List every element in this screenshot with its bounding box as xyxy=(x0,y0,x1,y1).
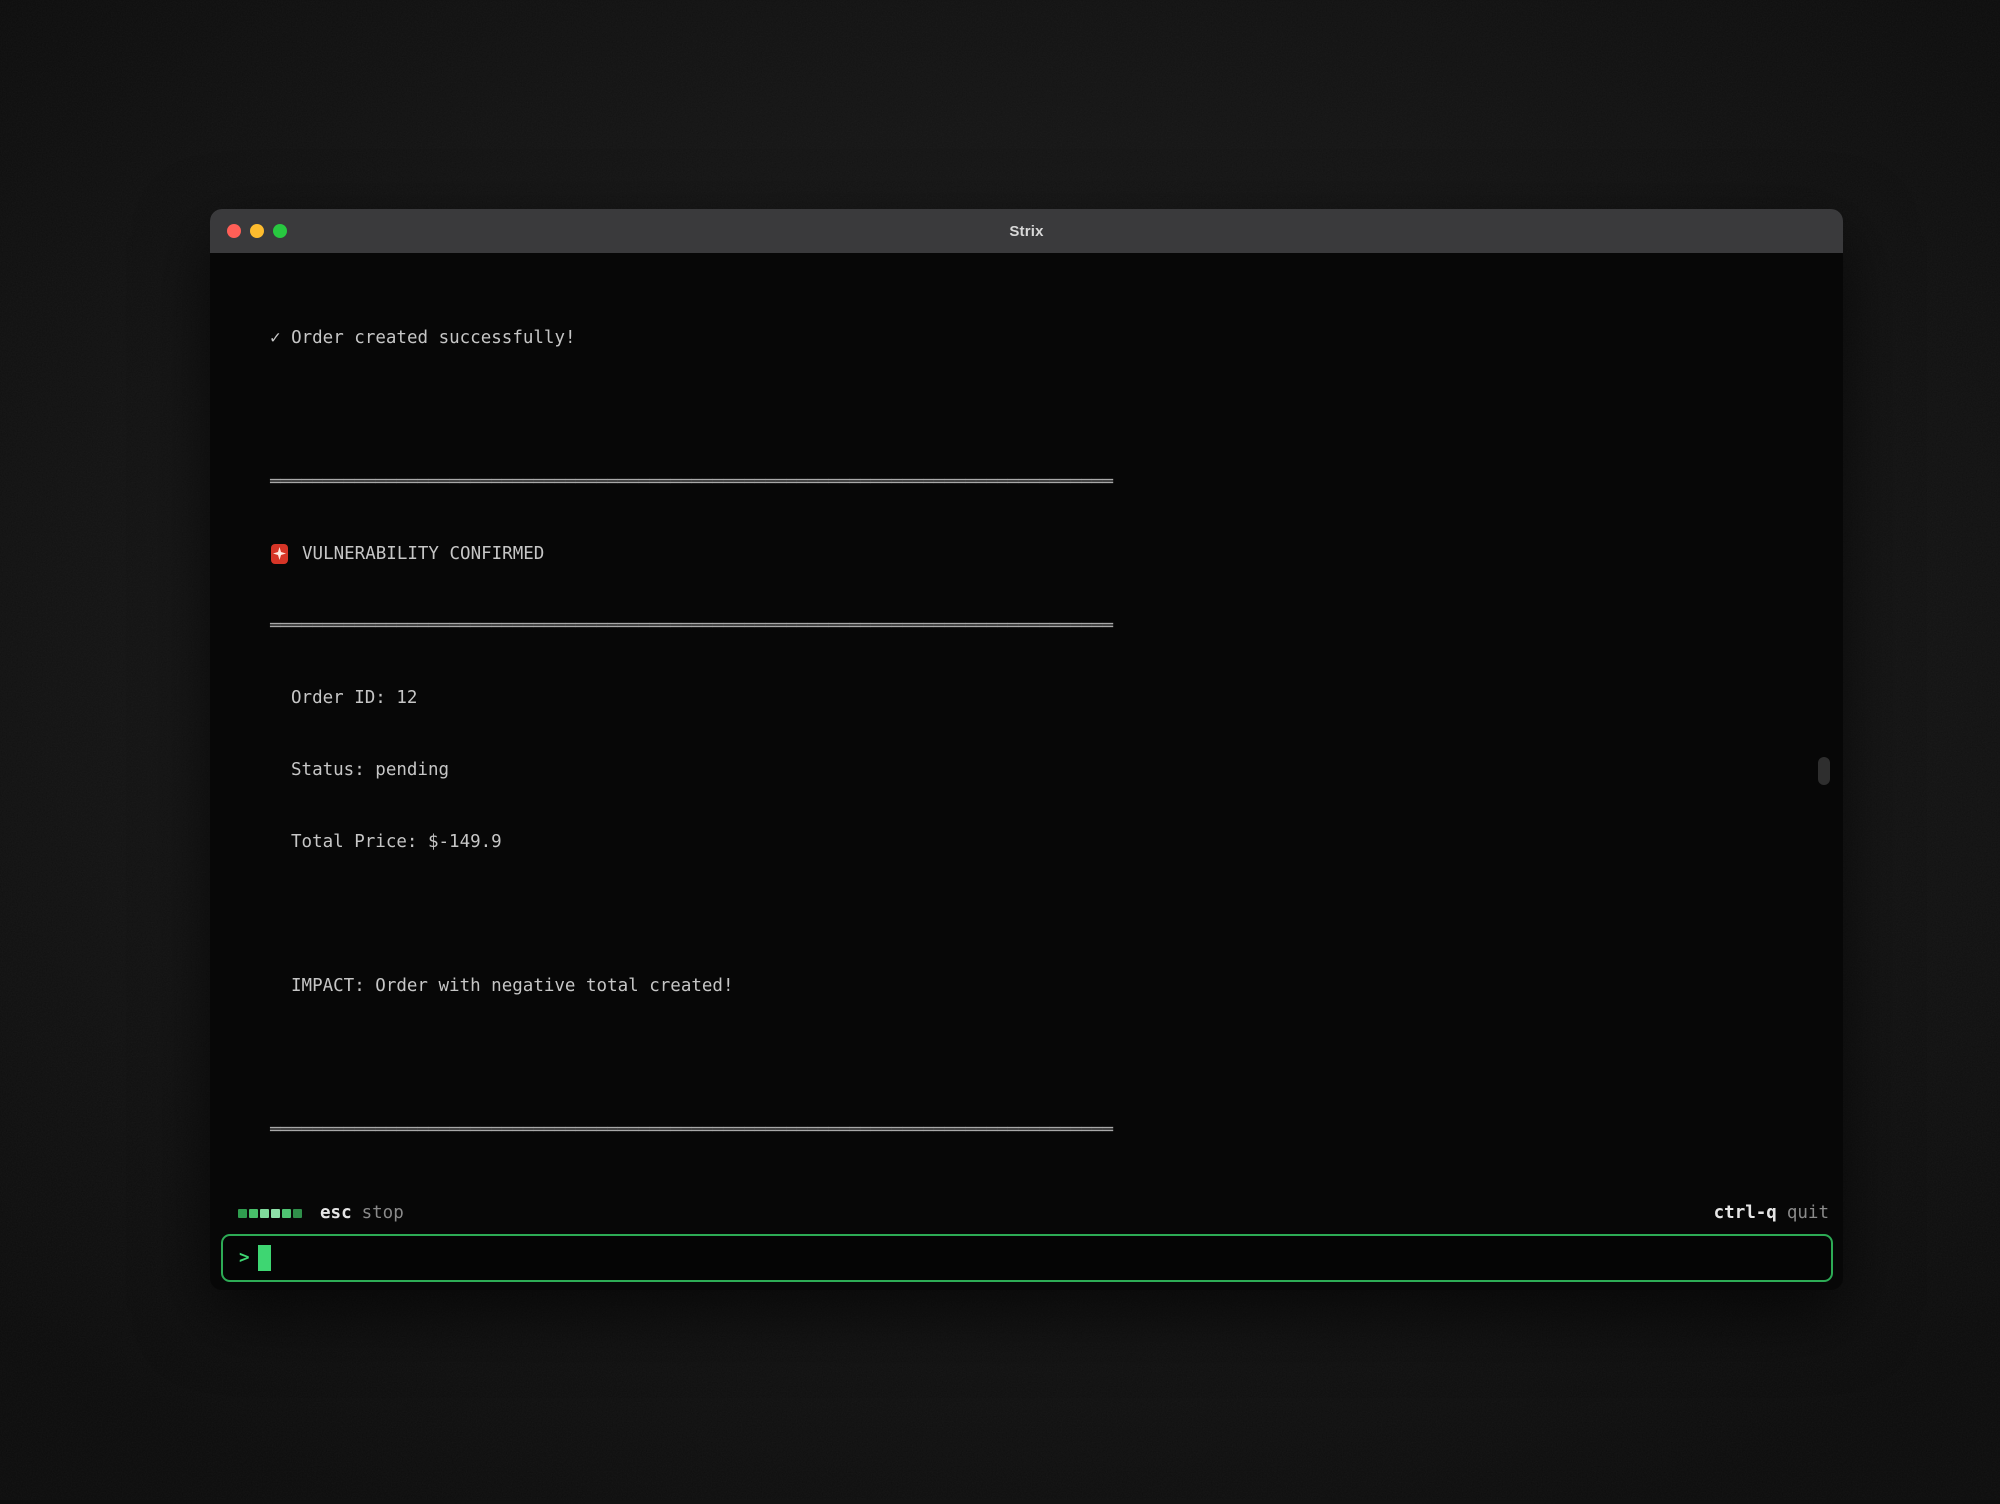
order-id-line: Order ID: 12 xyxy=(270,686,1843,710)
order-total-line: Total Price: $-149.9 xyxy=(270,830,1843,854)
input-prompt: > xyxy=(239,1248,250,1268)
progress-spinner xyxy=(238,1209,302,1218)
strix-window: Strix ✓ Order created successfully! ════… xyxy=(210,209,1843,1290)
quit-key-hint: ctrl-q xyxy=(1714,1203,1777,1223)
text-cursor xyxy=(258,1245,271,1271)
alarm-icon xyxy=(270,543,289,565)
scrollbar-thumb[interactable] xyxy=(1818,757,1830,785)
vulnerability-confirmed-banner: VULNERABILITY CONFIRMED xyxy=(270,542,1843,566)
window-title: Strix xyxy=(210,223,1843,240)
order-success-message: ✓ Order created successfully! xyxy=(270,326,1843,350)
esc-action-label: stop xyxy=(362,1203,404,1223)
separator-line: ════════════════════════════════════════… xyxy=(270,1118,1843,1142)
separator-line: ════════════════════════════════════════… xyxy=(270,614,1843,638)
separator-line: ════════════════════════════════════════… xyxy=(270,470,1843,494)
terminal-output: ✓ Order created successfully! ══════════… xyxy=(210,253,1843,1196)
impact-line: IMPACT: Order with negative total create… xyxy=(270,974,1843,998)
esc-key-hint: esc xyxy=(320,1203,352,1223)
order-status-line: Status: pending xyxy=(270,758,1843,782)
command-input[interactable]: > xyxy=(221,1234,1833,1282)
alert-title: VULNERABILITY CONFIRMED xyxy=(302,542,544,566)
statusbar: esc stop ctrl-q quit xyxy=(210,1199,1843,1227)
titlebar[interactable]: Strix xyxy=(210,209,1843,253)
quit-action-label: quit xyxy=(1787,1203,1829,1223)
